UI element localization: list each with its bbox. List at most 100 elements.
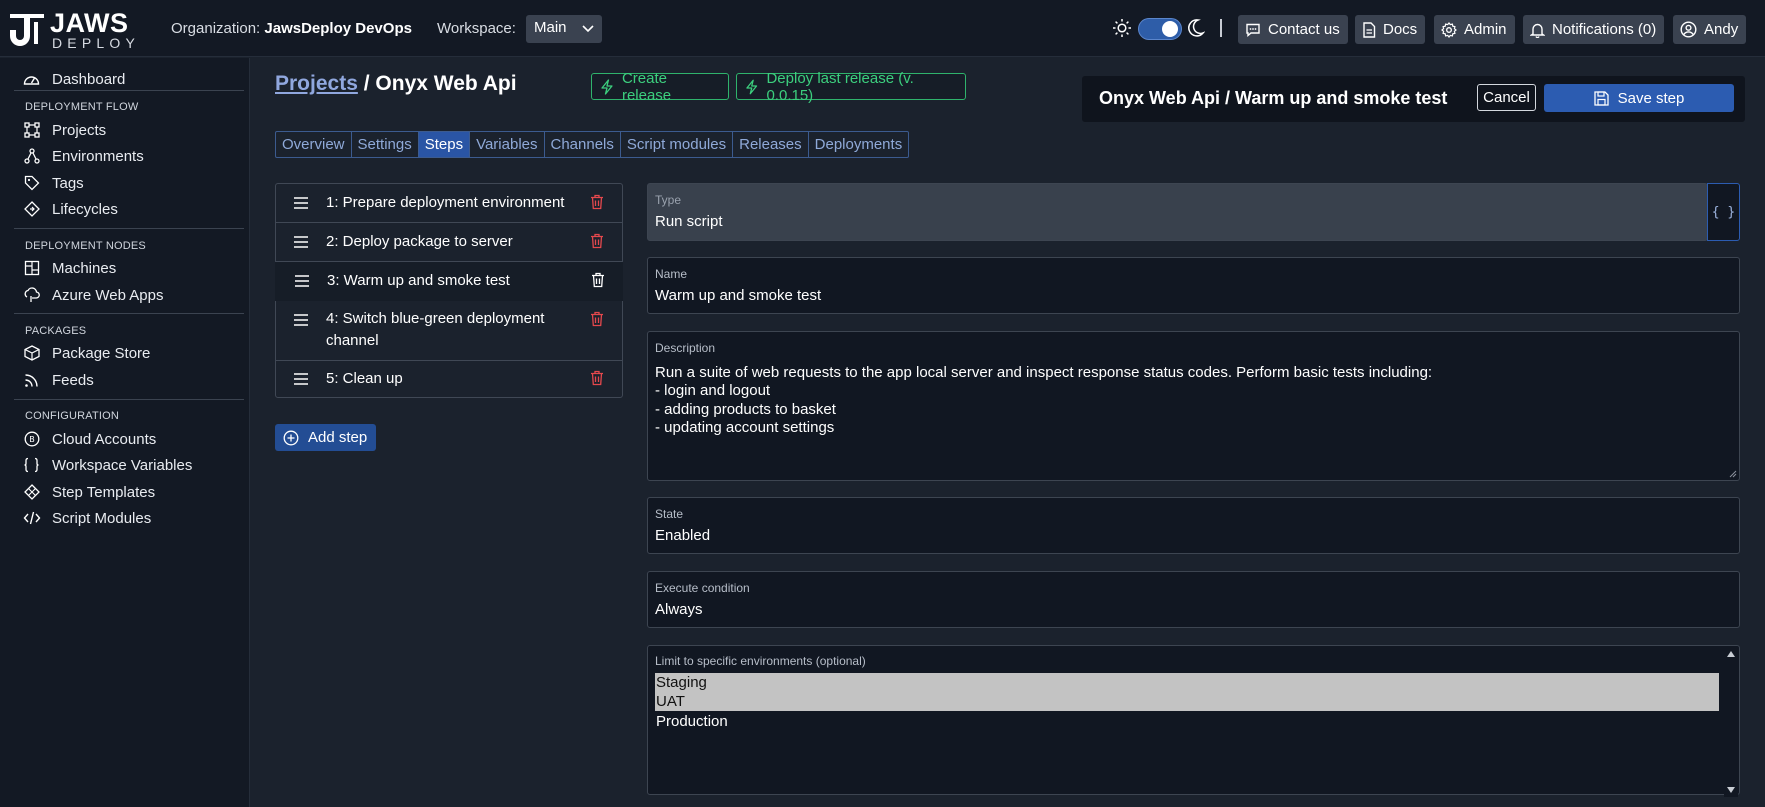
- sun-icon: [1113, 19, 1131, 37]
- tab-steps[interactable]: Steps: [418, 132, 471, 157]
- braces-icon: [22, 457, 41, 473]
- tag-icon: [22, 175, 41, 191]
- machine-icon: [22, 260, 41, 276]
- document-icon: [1363, 21, 1376, 38]
- workspace-select[interactable]: Main: [526, 15, 602, 43]
- create-release-button[interactable]: Create release: [591, 70, 729, 104]
- trash-icon[interactable]: [591, 272, 605, 288]
- notifications-button[interactable]: Notifications (0): [1523, 15, 1665, 44]
- tab-script-modules[interactable]: Script modules: [621, 132, 734, 157]
- scroll-down-arrow-icon[interactable]: [1727, 787, 1735, 793]
- trash-icon[interactable]: [590, 194, 604, 210]
- breadcrumb: Projects / Onyx Web Api: [275, 72, 517, 96]
- environments-multiselect[interactable]: Limit to specific environments (optional…: [647, 645, 1740, 797]
- jaws-deploy-logo[interactable]: JAWS DEPLOY: [8, 8, 135, 50]
- organization-caption: Organization:: [171, 20, 261, 37]
- type-field: Type Run script: [647, 183, 1708, 241]
- trash-icon[interactable]: [590, 233, 604, 249]
- drag-handle-icon[interactable]: [294, 373, 308, 385]
- step-item[interactable]: 5: Clean up: [276, 361, 622, 398]
- sidebar-item-workspace-variables[interactable]: Workspace Variables: [22, 453, 192, 477]
- environment-option-selected[interactable]: Staging: [655, 673, 1719, 692]
- sidebar-item-projects[interactable]: Projects: [22, 118, 106, 142]
- description-field-value[interactable]: Run a suite of web requests to the app l…: [655, 364, 1432, 437]
- trash-icon[interactable]: [590, 370, 604, 386]
- sidebar-item-cloud-accounts[interactable]: B Cloud Accounts: [22, 427, 156, 451]
- drag-handle-icon[interactable]: [295, 275, 309, 287]
- sidebar-item-step-templates[interactable]: Step Templates: [22, 480, 155, 504]
- deploy-last-release-button[interactable]: Deploy last release (v. 0.0.15): [736, 70, 966, 104]
- sidebar-divider: [14, 90, 244, 91]
- step-item[interactable]: 4: Switch blue-green deployment channel: [276, 301, 622, 361]
- add-step-button[interactable]: Add step: [275, 424, 376, 451]
- user-avatar-icon: [1680, 21, 1697, 38]
- step-label: 5: Clean up: [326, 370, 403, 387]
- sidebar-item-tags[interactable]: Tags: [22, 171, 84, 195]
- drag-handle-icon[interactable]: [294, 314, 308, 326]
- admin-label: Admin: [1464, 21, 1507, 38]
- tab-deployments[interactable]: Deployments: [809, 132, 909, 157]
- sidebar-item-label: Lifecycles: [52, 200, 118, 218]
- drag-handle-icon[interactable]: [294, 236, 308, 248]
- sidebar-item-machines[interactable]: Machines: [22, 256, 116, 280]
- steps-list: 1: Prepare deployment environment 2: Dep…: [275, 183, 623, 398]
- organization-name[interactable]: JawsDeploy DevOps: [264, 20, 412, 37]
- bell-icon: [1530, 23, 1545, 38]
- environment-option-selected[interactable]: UAT: [655, 692, 1719, 711]
- save-step-button[interactable]: Save step: [1544, 84, 1734, 112]
- logo-mark-icon: [10, 14, 44, 46]
- drag-handle-icon[interactable]: [294, 197, 308, 209]
- environments-scrollbar[interactable]: [1724, 647, 1738, 797]
- user-menu-button[interactable]: Andy: [1673, 15, 1747, 44]
- step-item[interactable]: 1: Prepare deployment environment: [276, 184, 622, 223]
- name-field-value[interactable]: Warm up and smoke test: [655, 287, 821, 304]
- environments-field-label: Limit to specific environments (optional…: [655, 654, 866, 668]
- state-select[interactable]: State Enabled: [647, 497, 1740, 554]
- account-icon: B: [22, 431, 41, 447]
- resize-handle-icon[interactable]: [1728, 469, 1737, 478]
- contact-us-button[interactable]: Contact us: [1238, 15, 1348, 44]
- trash-icon[interactable]: [590, 311, 604, 327]
- sidebar-item-environments[interactable]: Environments: [22, 144, 144, 168]
- type-field-value: Run script: [655, 213, 723, 230]
- notifications-label: Notifications (0): [1552, 21, 1657, 38]
- sidebar-item-label: Script Modules: [52, 509, 152, 527]
- sidebar-item-label: Machines: [52, 259, 117, 277]
- tab-overview[interactable]: Overview: [276, 132, 352, 157]
- cancel-button[interactable]: Cancel: [1477, 84, 1536, 111]
- admin-button[interactable]: Admin: [1434, 15, 1515, 44]
- code-icon: [22, 510, 41, 526]
- scroll-up-arrow-icon[interactable]: [1727, 651, 1735, 657]
- step-item-selected[interactable]: 3: Warm up and smoke test: [275, 262, 623, 301]
- floppy-disk-icon: [1593, 90, 1609, 106]
- sidebar-item-package-store[interactable]: Package Store: [22, 341, 150, 365]
- sidebar-item-label: Cloud Accounts: [52, 430, 157, 448]
- sidebar-item-label: Dashboard: [52, 70, 126, 88]
- sidebar-item-dashboard[interactable]: Dashboard: [22, 67, 125, 91]
- theme-toggle[interactable]: [1138, 18, 1182, 40]
- sidebar-item-script-modules[interactable]: Script Modules: [22, 506, 151, 530]
- rss-icon: [22, 373, 41, 388]
- sidebar-item-label: Package Store: [52, 344, 151, 362]
- sidebar-item-azure-web-apps[interactable]: Azure Web Apps: [22, 283, 163, 307]
- description-field[interactable]: Description Run a suite of web requests …: [647, 331, 1740, 481]
- environment-option[interactable]: Production: [655, 712, 1719, 731]
- sidebar-item-lifecycles[interactable]: Lifecycles: [22, 197, 118, 221]
- step-editor-header: Onyx Web Api / Warm up and smoke test Ca…: [1082, 76, 1745, 122]
- name-field-label: Name: [655, 267, 688, 281]
- docs-button[interactable]: Docs: [1355, 15, 1426, 44]
- execute-condition-select[interactable]: Execute condition Always: [647, 571, 1740, 628]
- sidebar-divider: [14, 399, 244, 400]
- breadcrumb-projects-link[interactable]: Projects: [275, 72, 358, 95]
- logo-text-jaws: JAWS: [50, 8, 129, 38]
- step-item[interactable]: 2: Deploy package to server: [276, 223, 622, 262]
- variable-insert-button[interactable]: { }: [1707, 183, 1740, 241]
- tab-settings[interactable]: Settings: [352, 132, 419, 157]
- tab-releases[interactable]: Releases: [733, 132, 809, 157]
- name-field[interactable]: Name Warm up and smoke test: [647, 257, 1740, 314]
- workspace-label: Workspace:: [437, 20, 516, 37]
- tab-variables[interactable]: Variables: [470, 132, 545, 157]
- tab-channels[interactable]: Channels: [545, 132, 621, 157]
- sidebar-item-feeds[interactable]: Feeds: [22, 368, 94, 392]
- save-step-label: Save step: [1617, 89, 1685, 107]
